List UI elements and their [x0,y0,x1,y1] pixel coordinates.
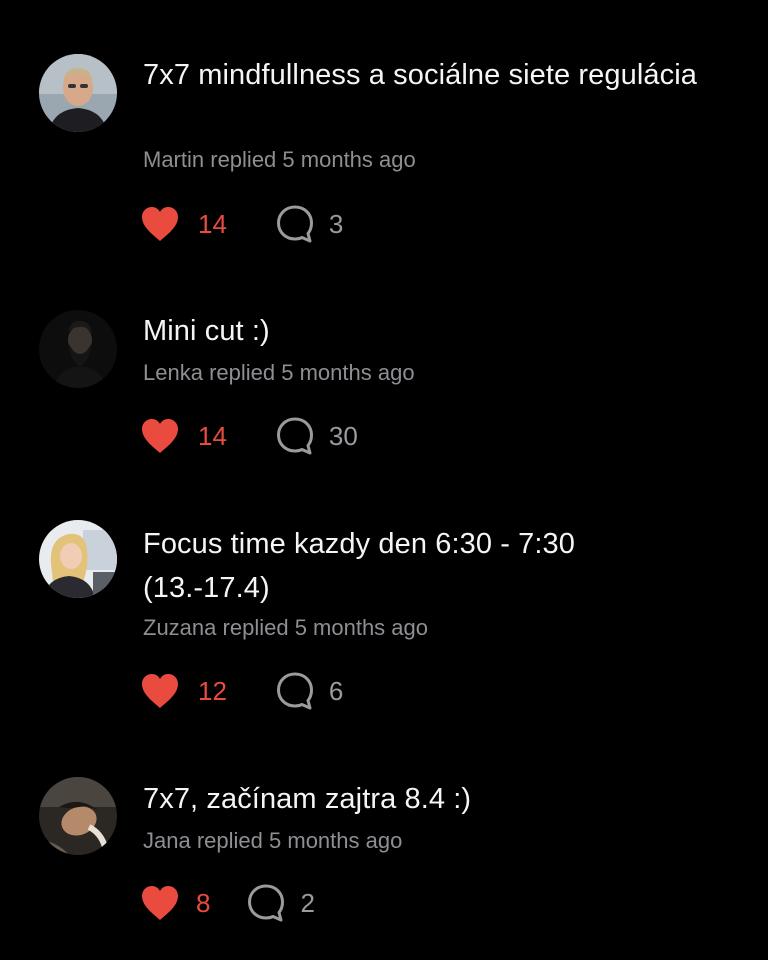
post-activity-verb: replied [210,147,277,172]
comment-bubble-icon [276,672,313,710]
avatar-image [39,520,117,598]
post-actions: 12 6 [140,669,343,713]
post-activity-verb: replied [222,615,289,640]
post-item[interactable]: 7x7, začínam zajtra 8.4 :) Jana replied … [0,765,768,960]
post-item[interactable]: Focus time kazdy den 6:30 - 7:30 (13.-17… [0,510,768,765]
post-timestamp: 5 months ago [269,828,403,853]
comment-count: 2 [300,887,315,918]
post-meta: Lenka replied 5 months ago [143,359,415,387]
post-title[interactable]: 7x7 mindfullness a sociálne siete regulá… [143,53,703,97]
avatar[interactable] [39,520,117,598]
post-title[interactable]: Focus time kazdy den 6:30 - 7:30 (13.-17… [143,522,703,610]
post-actions: 8 2 [140,881,315,925]
like-button[interactable]: 14 [140,418,227,454]
like-count: 12 [198,675,227,706]
avatar[interactable] [39,310,117,388]
comment-count: 30 [328,420,358,451]
comment-bubble-icon [276,417,313,455]
comment-button[interactable]: 6 [275,671,343,711]
heart-icon [142,207,178,241]
heart-icon [142,674,178,708]
post-item[interactable]: Mini cut :) Lenka replied 5 months ago 1… [0,260,768,510]
comment-bubble-icon [248,884,285,922]
like-count: 8 [196,887,211,918]
post-item[interactable]: 7x7 mindfullness a sociálne siete regulá… [0,0,768,260]
comment-bubble-icon [276,205,313,243]
post-actions: 14 3 [140,202,343,246]
like-button[interactable]: 12 [140,673,227,709]
post-timestamp: 5 months ago [294,615,428,640]
like-button[interactable]: 14 [140,206,227,242]
heart-icon [142,886,178,920]
post-author[interactable]: Zuzana [143,615,216,640]
comment-button[interactable]: 2 [246,883,315,923]
post-author[interactable]: Lenka [143,360,203,385]
avatar-image [39,54,117,132]
avatar-image [39,777,117,855]
comment-count: 3 [328,208,344,239]
avatar-image [39,310,117,388]
like-button[interactable]: 8 [140,885,210,921]
avatar[interactable] [39,54,117,132]
like-count: 14 [198,208,227,239]
post-timestamp: 5 months ago [281,360,415,385]
post-title[interactable]: 7x7, začínam zajtra 8.4 :) [143,777,703,821]
post-title[interactable]: Mini cut :) [143,309,703,353]
post-actions: 14 30 [140,414,358,458]
post-activity-verb: replied [209,360,276,385]
comment-button[interactable]: 30 [275,416,358,456]
post-timestamp: 5 months ago [282,147,416,172]
post-activity-verb: replied [196,828,263,853]
like-count: 14 [198,420,227,451]
comment-count: 6 [328,675,344,706]
heart-icon [142,419,178,453]
post-meta: Jana replied 5 months ago [143,827,402,855]
post-author[interactable]: Jana [143,828,191,853]
post-author[interactable]: Martin [143,147,204,172]
post-meta: Zuzana replied 5 months ago [143,614,428,642]
post-meta: Martin replied 5 months ago [143,146,416,174]
avatar[interactable] [39,777,117,855]
comment-button[interactable]: 3 [275,204,343,244]
